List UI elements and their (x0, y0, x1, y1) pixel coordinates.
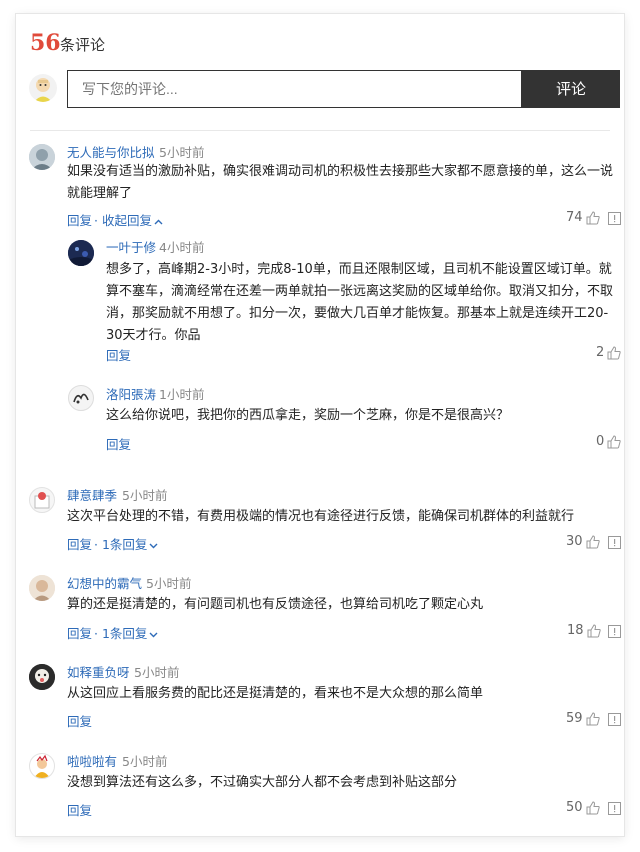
like-button[interactable]: 0 (596, 434, 621, 449)
user-avatar (29, 144, 55, 170)
chevron-down-icon (149, 543, 158, 548)
reply-text: 想多了，高峰期2-3小时，完成8-10单，而且还限制区域，且司机不能设置区域订单… (106, 262, 614, 343)
like-count: 74 (566, 210, 583, 225)
divider (30, 130, 610, 131)
report-icon[interactable] (608, 625, 621, 638)
comment-author[interactable]: 啦啦啦有 (67, 751, 117, 770)
collapse-replies-label: · 收起回复 (94, 213, 152, 228)
like-count: 0 (596, 434, 605, 449)
user-avatar (68, 385, 94, 411)
expand-replies-label: · 1条回复 (94, 626, 148, 641)
like-button[interactable]: 50 (566, 800, 600, 815)
reply-author[interactable]: 一叶于修 (106, 237, 156, 256)
current-user-avatar (29, 74, 57, 102)
like-button[interactable]: 74 (566, 210, 600, 225)
reply-button[interactable]: 回复 (106, 434, 131, 453)
user-avatar (29, 753, 55, 779)
thumbs-up-icon (587, 623, 601, 637)
comment-text: 如果没有适当的激励补贴，确实很难调动司机的积极性去接那些大家都不愿意接的单，这么… (67, 164, 614, 201)
comment-text: 从这回应上看服务费的配比还是挺清楚的，看来也不是大众想的那么简单 (67, 686, 484, 701)
collapse-replies-button[interactable]: · 收起回复 (94, 210, 163, 229)
comment-time: 5小时前 (122, 488, 168, 503)
report-icon[interactable] (608, 212, 621, 225)
thumbs-up-icon (607, 434, 621, 448)
like-button[interactable]: 30 (566, 534, 600, 549)
comment-author[interactable]: 幻想中的霸气 (67, 573, 142, 592)
reply-button[interactable]: 回复 (67, 800, 92, 819)
thumbs-up-icon (586, 210, 600, 224)
submit-comment-button[interactable]: 评论 (522, 70, 620, 108)
report-icon[interactable] (608, 713, 621, 726)
thumbs-up-icon (607, 345, 621, 359)
comment-time: 5小时前 (134, 665, 180, 680)
comment-text: 这次平台处理的不错，有费用极端的情况也有途径进行反馈，能确保司机群体的利益就行 (67, 509, 575, 524)
like-button[interactable]: 2 (596, 345, 621, 360)
comment-author[interactable]: 如释重负呀 (67, 662, 130, 681)
reply-button[interactable]: 回复 (67, 623, 92, 642)
reply-time: 1小时前 (159, 387, 205, 402)
user-avatar (68, 240, 94, 266)
reply-button[interactable]: 回复 (67, 711, 92, 730)
like-count: 59 (566, 711, 583, 726)
like-button[interactable]: 59 (566, 711, 600, 726)
comment-text: 没想到算法还有这么多，不过确实大部分人都不会考虑到补贴这部分 (67, 775, 458, 790)
comment-author[interactable]: 无人能与你比拟 (67, 142, 155, 161)
chevron-down-icon (149, 632, 158, 637)
chevron-up-icon (154, 219, 163, 224)
thumbs-up-icon (586, 534, 600, 548)
reply-button[interactable]: 回复 (67, 210, 92, 229)
expand-replies-button[interactable]: · 1条回复 (94, 623, 158, 642)
thumbs-up-icon (586, 800, 600, 814)
comment-count-label: 条评论 (60, 36, 106, 54)
reply-button[interactable]: 回复 (106, 345, 131, 364)
comment-input[interactable] (67, 70, 522, 108)
reply-button[interactable]: 回复 (67, 534, 92, 553)
report-icon[interactable] (608, 802, 621, 815)
comment-time: 5小时前 (146, 576, 192, 591)
like-count: 30 (566, 534, 583, 549)
comment-author[interactable]: 肆意肆季 (67, 485, 117, 504)
like-button[interactable]: 18 (567, 623, 601, 638)
expand-replies-button[interactable]: · 1条回复 (94, 534, 158, 553)
like-count: 18 (567, 623, 584, 638)
reply-time: 4小时前 (159, 240, 205, 255)
comment-count: 56 (30, 30, 61, 56)
comment-text: 算的还是挺清楚的，有问题司机也有反馈途径，也算给司机吃了颗定心丸 (67, 597, 484, 612)
user-avatar (29, 575, 55, 601)
like-count: 2 (596, 345, 605, 360)
comment-time: 5小时前 (159, 145, 205, 160)
like-count: 50 (566, 800, 583, 815)
user-avatar (29, 664, 55, 690)
report-icon[interactable] (608, 536, 621, 549)
comment-time: 5小时前 (122, 754, 168, 769)
reply-author[interactable]: 洛阳張涛 (106, 384, 156, 403)
thumbs-up-icon (586, 711, 600, 725)
user-avatar (29, 487, 55, 513)
comments-panel: 56 条评论 评论 无人能与你比拟 5小时前 如果没有适当的激励补贴，确实很难调… (16, 14, 624, 836)
reply-text: 这么给你说吧，我把你的西瓜拿走，奖励一个芝麻，你是不是很高兴？ (106, 408, 510, 423)
expand-replies-label: · 1条回复 (94, 537, 148, 552)
